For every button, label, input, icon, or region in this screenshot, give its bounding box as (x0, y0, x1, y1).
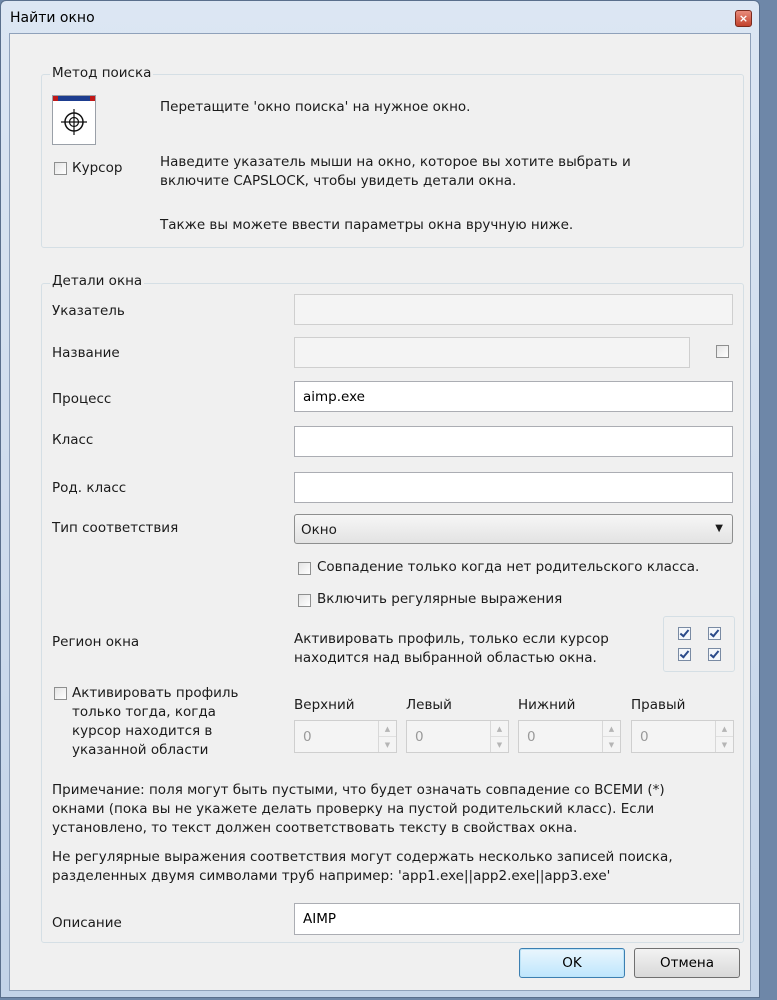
pointer-field[interactable] (294, 294, 733, 325)
description-input[interactable]: AIMP (294, 903, 740, 935)
activate-area-label-line2: только тогда, когда (72, 704, 216, 720)
name-checkbox[interactable] (716, 345, 729, 358)
crosshair-finder-icon[interactable] (52, 95, 96, 145)
region-quadrant-group (663, 616, 735, 672)
cursor-checkbox[interactable] (54, 162, 67, 175)
name-field[interactable] (294, 337, 690, 368)
window-details-legend: Детали окна (50, 273, 145, 289)
activate-area-checkbox[interactable] (54, 687, 67, 700)
class-label: Класс (52, 432, 94, 448)
spin-down-icon[interactable]: ▼ (379, 737, 396, 753)
match-type-dropdown[interactable]: Окно ▼ (294, 514, 733, 544)
match-type-label: Тип соответствия (52, 520, 179, 536)
region-bottom-left-checkbox[interactable] (678, 648, 691, 661)
bound-right-label: Правый (631, 697, 686, 713)
process-label: Процесс (52, 391, 112, 407)
bound-top-value: 0 (303, 729, 312, 745)
class-input[interactable] (294, 426, 733, 457)
note-line2: окнами (пока вы не укажете делать провер… (52, 801, 655, 817)
bound-right-value: 0 (640, 729, 649, 745)
window-region-label: Регион окна (52, 634, 140, 650)
match-type-selected: Окно (301, 522, 337, 538)
note-line1: Примечание: поля могут быть пустыми, что… (52, 782, 665, 798)
manual-entry-hint: Также вы можете ввести параметры окна вр… (160, 217, 574, 233)
spin-down-icon[interactable]: ▼ (716, 737, 733, 753)
ok-button[interactable]: OK (519, 948, 625, 978)
pointer-label: Указатель (52, 303, 125, 319)
bound-left-spinner[interactable]: 0 ▲ ▼ (406, 720, 509, 753)
region-hint-line2: находится над выбранной областью окна. (294, 650, 597, 666)
region-hint-line1: Активировать профиль, только если курсор (294, 631, 609, 647)
spin-down-icon[interactable]: ▼ (491, 737, 508, 753)
spin-up-icon[interactable]: ▲ (379, 721, 396, 737)
description-label: Описание (52, 915, 122, 931)
activate-area-label-line4: указанной области (72, 742, 209, 758)
bound-bottom-spinner[interactable]: 0 ▲ ▼ (518, 720, 621, 753)
hover-hint-line1: Наведите указатель мыши на окно, которое… (160, 154, 631, 170)
cursor-checkbox-label: Курсор (72, 160, 123, 176)
bound-top-label: Верхний (294, 697, 355, 713)
parent-class-label: Род. класс (52, 480, 127, 496)
name-label: Название (52, 345, 120, 361)
bound-bottom-label: Нижний (518, 697, 576, 713)
note-line3: установлено, то текст должен соответство… (52, 820, 578, 836)
bound-bottom-value: 0 (527, 729, 536, 745)
chevron-down-icon: ▼ (715, 523, 723, 534)
bound-left-label: Левый (406, 697, 452, 713)
regex-label: Включить регулярные выражения (317, 591, 563, 607)
process-input[interactable]: aimp.exe (294, 381, 733, 412)
bound-left-value: 0 (415, 729, 424, 745)
bound-top-spinner[interactable]: 0 ▲ ▼ (294, 720, 397, 753)
only-no-parent-label: Совпадение только когда нет родительског… (317, 559, 700, 575)
spin-up-icon[interactable]: ▲ (491, 721, 508, 737)
cancel-button[interactable]: Отмена (634, 948, 740, 978)
search-method-legend: Метод поиска (50, 65, 154, 81)
only-no-parent-checkbox[interactable] (298, 562, 311, 575)
regex-note-line1: Не регулярные выражения соответствия мог… (52, 849, 673, 865)
parent-class-input[interactable] (294, 472, 733, 503)
drag-hint-text: Перетащите 'окно поиска' на нужное окно. (160, 99, 471, 115)
window-title: Найти окно (10, 10, 95, 26)
title-bar[interactable]: Найти окно × (2, 2, 760, 32)
regex-checkbox[interactable] (298, 594, 311, 607)
spin-up-icon[interactable]: ▲ (603, 721, 620, 737)
bound-right-spinner[interactable]: 0 ▲ ▼ (631, 720, 734, 753)
activate-area-label-line3: курсор находится в (72, 723, 213, 739)
region-top-right-checkbox[interactable] (708, 627, 721, 640)
spin-up-icon[interactable]: ▲ (716, 721, 733, 737)
regex-note-line2: разделенных двумя символами труб наприме… (52, 868, 611, 884)
close-icon[interactable]: × (735, 10, 752, 27)
activate-area-label-line1: Активировать профиль (72, 685, 239, 701)
region-bottom-right-checkbox[interactable] (708, 648, 721, 661)
spin-down-icon[interactable]: ▼ (603, 737, 620, 753)
region-top-left-checkbox[interactable] (678, 627, 691, 640)
hover-hint-line2: включите CAPSLOCK, чтобы увидеть детали … (160, 173, 517, 189)
